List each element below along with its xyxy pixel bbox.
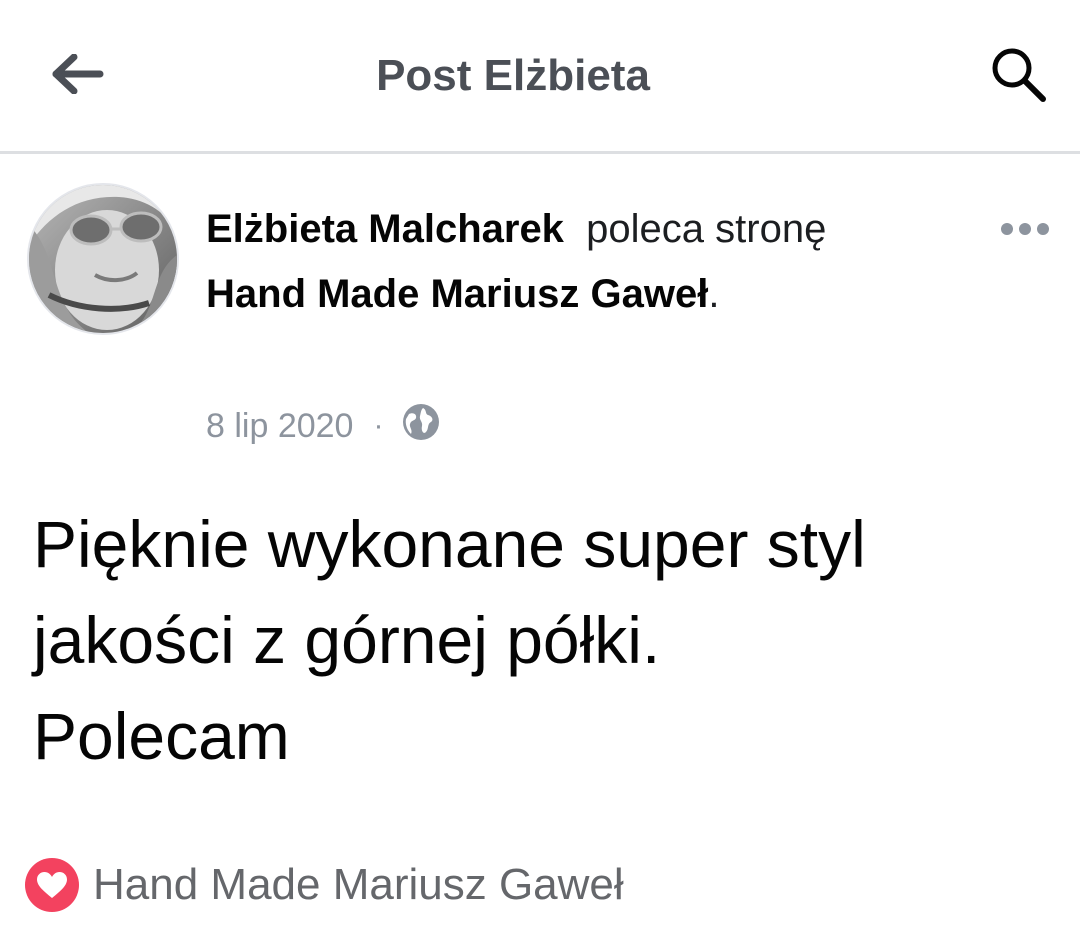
meta-separator: ·: [373, 409, 384, 442]
globe-icon[interactable]: [401, 402, 441, 451]
search-icon: [988, 44, 1048, 109]
post-date[interactable]: 8 lip 2020: [206, 407, 353, 446]
avatar[interactable]: [27, 183, 179, 335]
trailing-period: .: [708, 272, 720, 316]
action-text: poleca stronę: [586, 207, 827, 251]
footer-page-name[interactable]: Hand Made Mariusz Gaweł: [93, 860, 624, 910]
recommendation-footer[interactable]: Hand Made Mariusz Gaweł: [25, 855, 624, 915]
page-title: Post Elżbieta: [376, 51, 650, 100]
recommended-page-link[interactable]: Hand Made Mariusz Gaweł: [206, 272, 708, 316]
post-meta: 8 lip 2020 ·: [206, 398, 441, 454]
post-headline: Elżbieta Malcharek poleca stronę Hand Ma…: [206, 197, 906, 327]
post-text-line: Polecam: [33, 699, 290, 773]
post-text: Pięknie wykonane super styl jakości z gó…: [33, 496, 1053, 784]
author-name[interactable]: Elżbieta Malcharek: [206, 207, 564, 251]
top-navigation-bar: Post Elżbieta: [0, 0, 1080, 154]
post-text-line: Pięknie wykonane super styl: [33, 507, 866, 581]
avatar-photo: [29, 185, 177, 333]
more-dot: [1037, 223, 1049, 235]
more-dot: [1019, 223, 1031, 235]
heart-icon: [25, 858, 79, 912]
post-text-line: jakości z górnej półki.: [33, 603, 661, 677]
more-options-button[interactable]: [990, 214, 1060, 244]
more-horizontal-icon: [1001, 223, 1013, 235]
search-button[interactable]: [980, 38, 1056, 114]
